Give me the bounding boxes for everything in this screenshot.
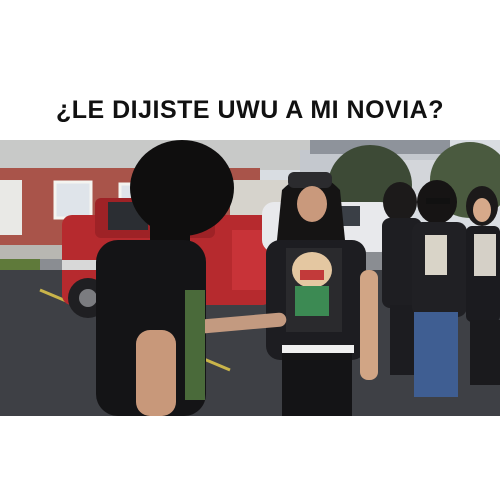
- person-right-3: [466, 186, 500, 385]
- meme-photo: [0, 140, 500, 416]
- meme-caption: ¿LE DIJISTE UWU A MI NOVIA?: [55, 96, 445, 124]
